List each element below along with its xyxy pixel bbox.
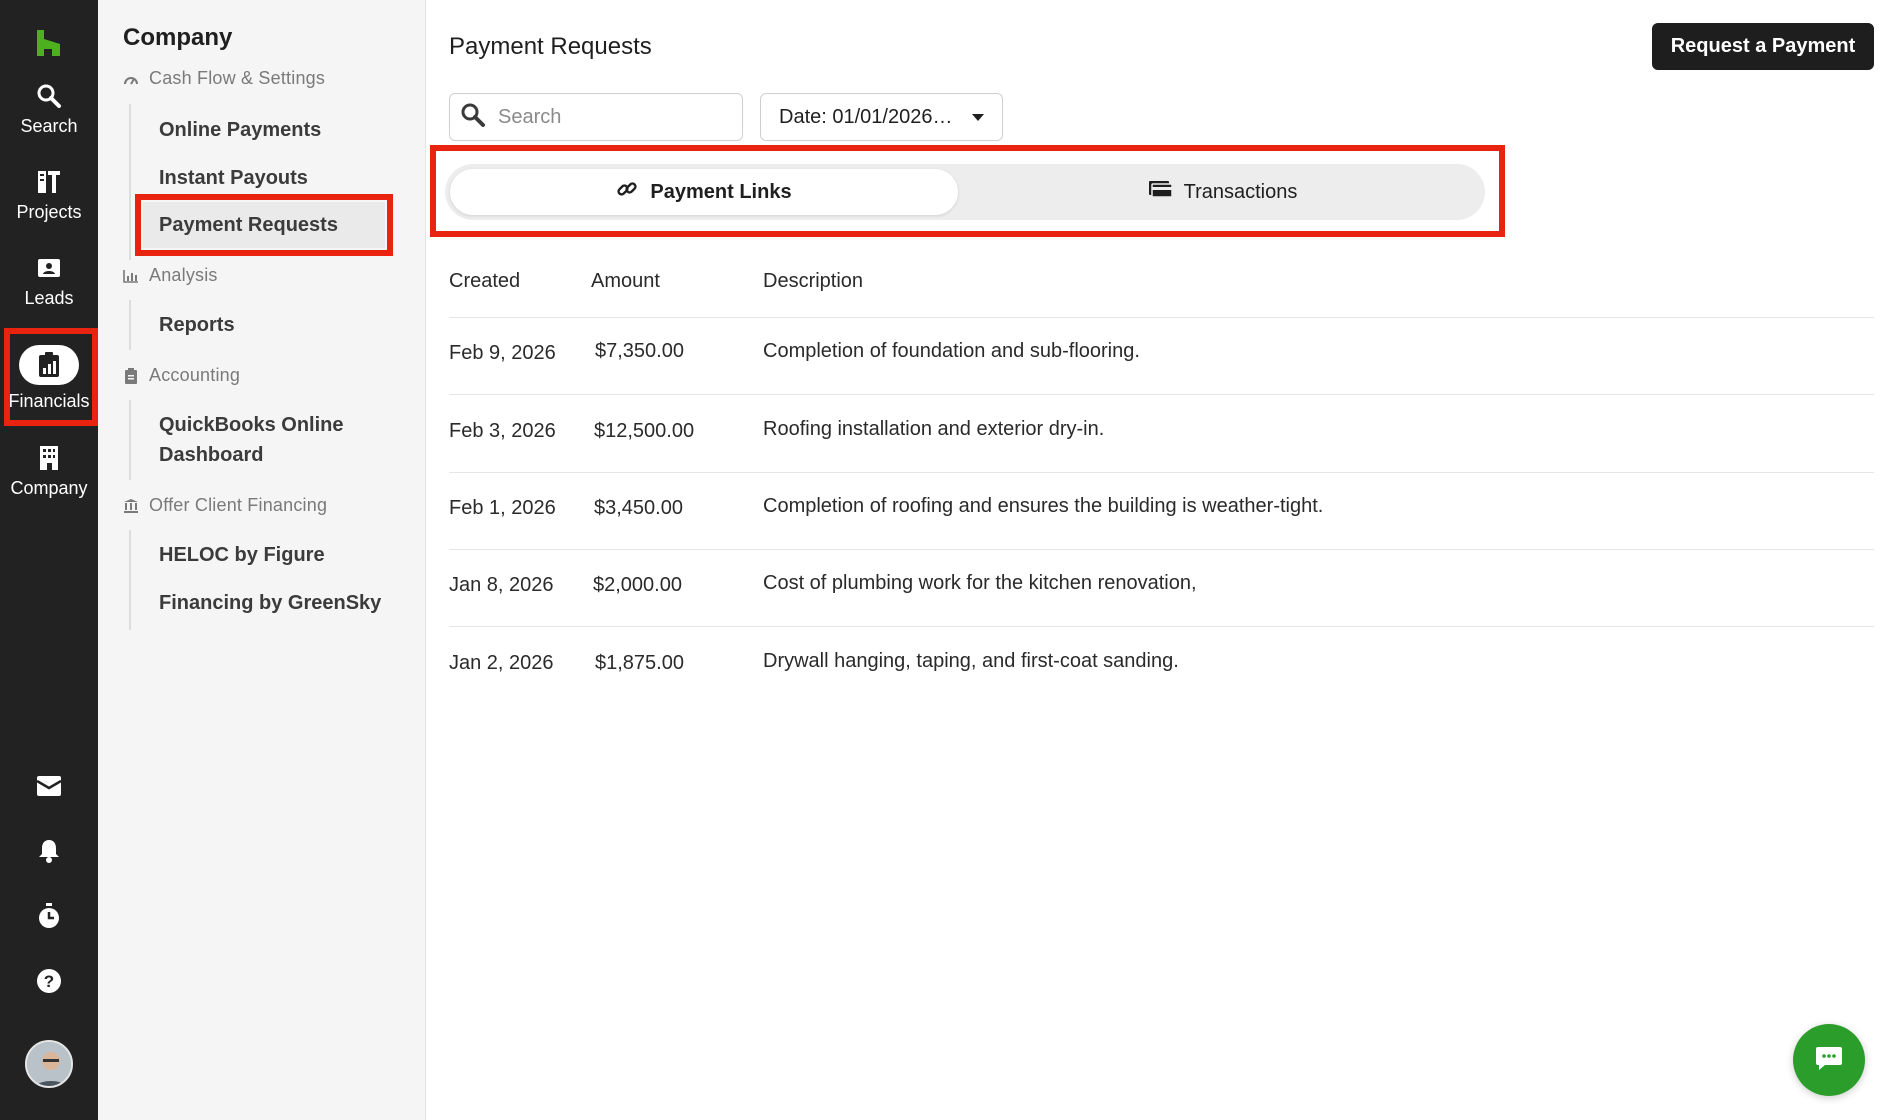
nav-divider-line: [129, 530, 131, 630]
date-filter-dropdown[interactable]: Date: 01/01/2026…: [760, 93, 1003, 141]
nav-link-quickbooks[interactable]: QuickBooks Online Dashboard: [159, 410, 379, 470]
svg-text:?: ?: [44, 972, 54, 991]
nav-divider-line: [129, 400, 131, 480]
nav-link-instant-payouts[interactable]: Instant Payouts: [159, 163, 308, 193]
tab-label: Transactions: [1183, 180, 1298, 203]
nav-link-online-payments[interactable]: Online Payments: [159, 115, 321, 145]
cell-description: Cost of plumbing work for the kitchen re…: [763, 572, 1197, 594]
table-row[interactable]: Feb 9, 2026 $7,350.00 Completion of foun…: [449, 318, 1874, 395]
chat-button[interactable]: [1793, 1024, 1865, 1096]
table-header: Created Amount Description: [449, 262, 1874, 318]
financials-highlight-box: [4, 328, 98, 426]
tab-transactions[interactable]: Transactions: [965, 169, 1480, 215]
rail-item-company[interactable]: Company: [0, 432, 98, 510]
rail-item-leads[interactable]: Leads: [0, 242, 98, 320]
rail-label: Projects: [16, 201, 82, 222]
leads-icon: [35, 254, 63, 282]
cell-description: Completion of roofing and ensures the bu…: [763, 495, 1324, 517]
cell-amount: $3,450.00: [594, 497, 683, 519]
page-title: Payment Requests: [449, 33, 652, 60]
tab-label: Payment Links: [650, 180, 792, 203]
group-heading-client-financing: Offer Client Financing: [123, 495, 327, 516]
table-row[interactable]: Feb 1, 2026 $3,450.00 Completion of roof…: [449, 473, 1874, 550]
cell-created: Jan 8, 2026: [449, 574, 554, 596]
nav-divider-line: [129, 300, 131, 350]
projects-icon: [35, 168, 63, 196]
table-row[interactable]: Jan 8, 2026 $2,000.00 Cost of plumbing w…: [449, 550, 1874, 627]
timer-icon[interactable]: [29, 896, 69, 936]
main-content: Payment Requests Request a Payment Date:…: [427, 0, 1886, 1120]
group-heading-cash-flow: Cash Flow & Settings: [123, 68, 325, 89]
nav-link-greensky[interactable]: Financing by GreenSky: [159, 588, 381, 618]
rail-label: Leads: [24, 287, 74, 308]
payment-requests-highlight-box: [135, 194, 393, 256]
bell-icon[interactable]: [29, 831, 69, 871]
help-icon[interactable]: ?: [29, 961, 69, 1001]
column-header-created[interactable]: Created: [449, 270, 520, 293]
group-heading-accounting: Accounting: [123, 365, 240, 386]
houzz-logo-icon[interactable]: [34, 28, 64, 58]
table-row[interactable]: Jan 2, 2026 $1,875.00 Drywall hanging, t…: [449, 628, 1874, 705]
gauge-icon: [123, 71, 139, 87]
nav-link-reports[interactable]: Reports: [159, 310, 235, 340]
view-toggle: Payment Links Transactions: [445, 164, 1485, 220]
chat-icon: [1815, 1045, 1843, 1076]
cell-description: Drywall hanging, taping, and first-coat …: [763, 650, 1179, 672]
nav-divider-line: [129, 104, 131, 260]
group-heading-analysis: Analysis: [123, 265, 218, 286]
rail-label: Company: [10, 477, 88, 498]
building-icon: [35, 444, 63, 472]
cell-created: Jan 2, 2026: [449, 652, 554, 674]
cell-amount: $2,000.00: [593, 574, 682, 596]
rail-item-search[interactable]: Search: [0, 70, 98, 148]
cell-description: Roofing installation and exterior dry-in…: [763, 418, 1105, 440]
caret-down-icon: [972, 114, 984, 121]
subnav-title: Company: [123, 24, 233, 51]
left-rail: Search Projects Leads Financials Company: [0, 0, 98, 1120]
rail-item-projects[interactable]: Projects: [0, 156, 98, 234]
date-filter-label: Date: 01/01/2026…: [779, 105, 953, 128]
wallet-icon: [1148, 180, 1173, 204]
search-input[interactable]: [498, 105, 728, 129]
link-icon: [616, 178, 638, 206]
search-icon: [35, 82, 63, 110]
cell-created: Feb 1, 2026: [449, 497, 556, 519]
cell-amount: $1,875.00: [595, 652, 684, 674]
search-icon: [460, 102, 486, 133]
cell-created: Feb 9, 2026: [449, 342, 556, 364]
cell-amount: $12,500.00: [594, 420, 695, 442]
bank-icon: [123, 498, 139, 514]
nav-link-heloc[interactable]: HELOC by Figure: [159, 540, 325, 570]
tab-payment-links[interactable]: Payment Links: [450, 169, 958, 215]
user-avatar[interactable]: [25, 1040, 73, 1088]
bar-chart-icon: [123, 268, 139, 284]
cell-amount: $7,350.00: [595, 340, 684, 362]
cell-created: Feb 3, 2026: [449, 420, 556, 442]
table-row[interactable]: Feb 3, 2026 $12,500.00 Roofing installat…: [449, 396, 1874, 473]
inbox-icon[interactable]: [29, 766, 69, 806]
rail-label: Search: [20, 115, 78, 136]
financials-subnav: Company Cash Flow & Settings Online Paym…: [98, 0, 426, 1120]
clipboard-icon: [123, 367, 139, 384]
search-box[interactable]: [449, 93, 743, 141]
request-payment-button[interactable]: Request a Payment: [1652, 23, 1874, 70]
column-header-description[interactable]: Description: [763, 270, 863, 293]
cell-description: Completion of foundation and sub-floorin…: [763, 340, 1140, 362]
column-header-amount[interactable]: Amount: [591, 270, 660, 293]
